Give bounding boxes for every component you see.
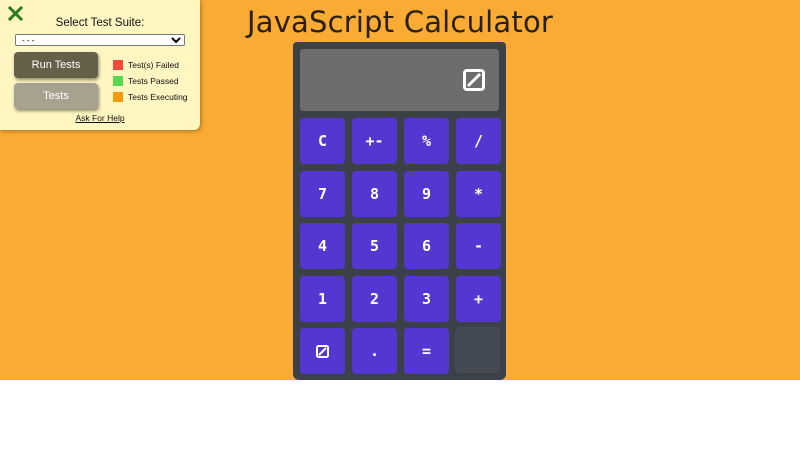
- test-suite-select[interactable]: - - -: [15, 34, 185, 46]
- key-label: 2: [369, 289, 380, 308]
- key-negate-button[interactable]: +-: [352, 118, 397, 164]
- key-label: %: [421, 132, 432, 150]
- test-suite-label: Select Test Suite:: [55, 17, 145, 29]
- key-label: .: [369, 342, 380, 360]
- key-add-button[interactable]: +: [456, 275, 501, 322]
- key-label: +: [473, 289, 484, 308]
- legend-item-executing: Tests Executing: [113, 89, 188, 105]
- calculator-display: [300, 49, 499, 111]
- key-label: -: [473, 237, 484, 255]
- key-label: /: [473, 132, 484, 150]
- key-divide-button[interactable]: /: [456, 118, 501, 164]
- key-multiply-button[interactable]: *: [456, 170, 501, 217]
- key-subtract-button[interactable]: -: [456, 223, 501, 269]
- key-digit-6-button[interactable]: 6: [404, 223, 449, 269]
- test-legend: Test(s) Failed Tests Passed Tests Execut…: [113, 57, 188, 105]
- key-decimal-button[interactable]: .: [352, 328, 397, 374]
- key-label: 1: [317, 289, 328, 308]
- run-tests-button[interactable]: Run Tests: [14, 52, 98, 78]
- key-label: 6: [421, 237, 432, 255]
- tests-button[interactable]: Tests: [14, 83, 98, 109]
- key-digit-9-button[interactable]: 9: [404, 170, 449, 217]
- key-label: *: [473, 184, 484, 203]
- failed-swatch-icon: [113, 60, 123, 70]
- passed-swatch-icon: [113, 76, 123, 86]
- key-label: 4: [317, 237, 328, 255]
- key-label: 8: [369, 184, 380, 203]
- key-label: 3: [421, 289, 432, 308]
- key-percent-button[interactable]: %: [404, 118, 449, 164]
- key-equals-button[interactable]: =: [404, 328, 449, 374]
- key-label: +-: [365, 132, 384, 150]
- key-label: 9: [421, 184, 432, 203]
- calculator: C +-% / 7 8 9 * 4 5 6 - 1 2 3 +. =: [293, 42, 506, 380]
- key-digit-4-button[interactable]: 4: [300, 223, 345, 269]
- key-digit-5-button[interactable]: 5: [352, 223, 397, 269]
- executing-swatch-icon: [113, 92, 123, 102]
- key-label: =: [421, 342, 432, 360]
- legend-item-passed: Tests Passed: [113, 73, 188, 89]
- ask-for-help-link[interactable]: Ask For Help: [0, 113, 200, 123]
- key-label: 5: [369, 237, 380, 255]
- app-background: JavaScript Calculator Select Test Suite:…: [0, 0, 800, 380]
- display-value: [463, 69, 485, 91]
- key-digit-7-button[interactable]: 7: [300, 170, 345, 217]
- legend-label: Tests Executing: [128, 92, 188, 102]
- legend-label: Test(s) Failed: [128, 60, 180, 70]
- key-digit-1-button[interactable]: 1: [300, 275, 345, 322]
- key-digit-8-button[interactable]: 8: [352, 170, 397, 217]
- legend-item-failed: Test(s) Failed: [113, 57, 188, 73]
- key-label: C: [317, 132, 328, 150]
- keypad-blank-cell: [455, 327, 500, 373]
- key-clear-button[interactable]: C: [300, 118, 345, 164]
- key-digit-3-button[interactable]: 3: [404, 275, 449, 322]
- key-label: 7: [317, 184, 328, 203]
- key-digit-0-button[interactable]: [300, 328, 345, 374]
- key-digit-2-button[interactable]: 2: [352, 275, 397, 322]
- legend-label: Tests Passed: [128, 76, 179, 86]
- test-panel: Select Test Suite: - - - Run Tests Tests…: [0, 0, 200, 130]
